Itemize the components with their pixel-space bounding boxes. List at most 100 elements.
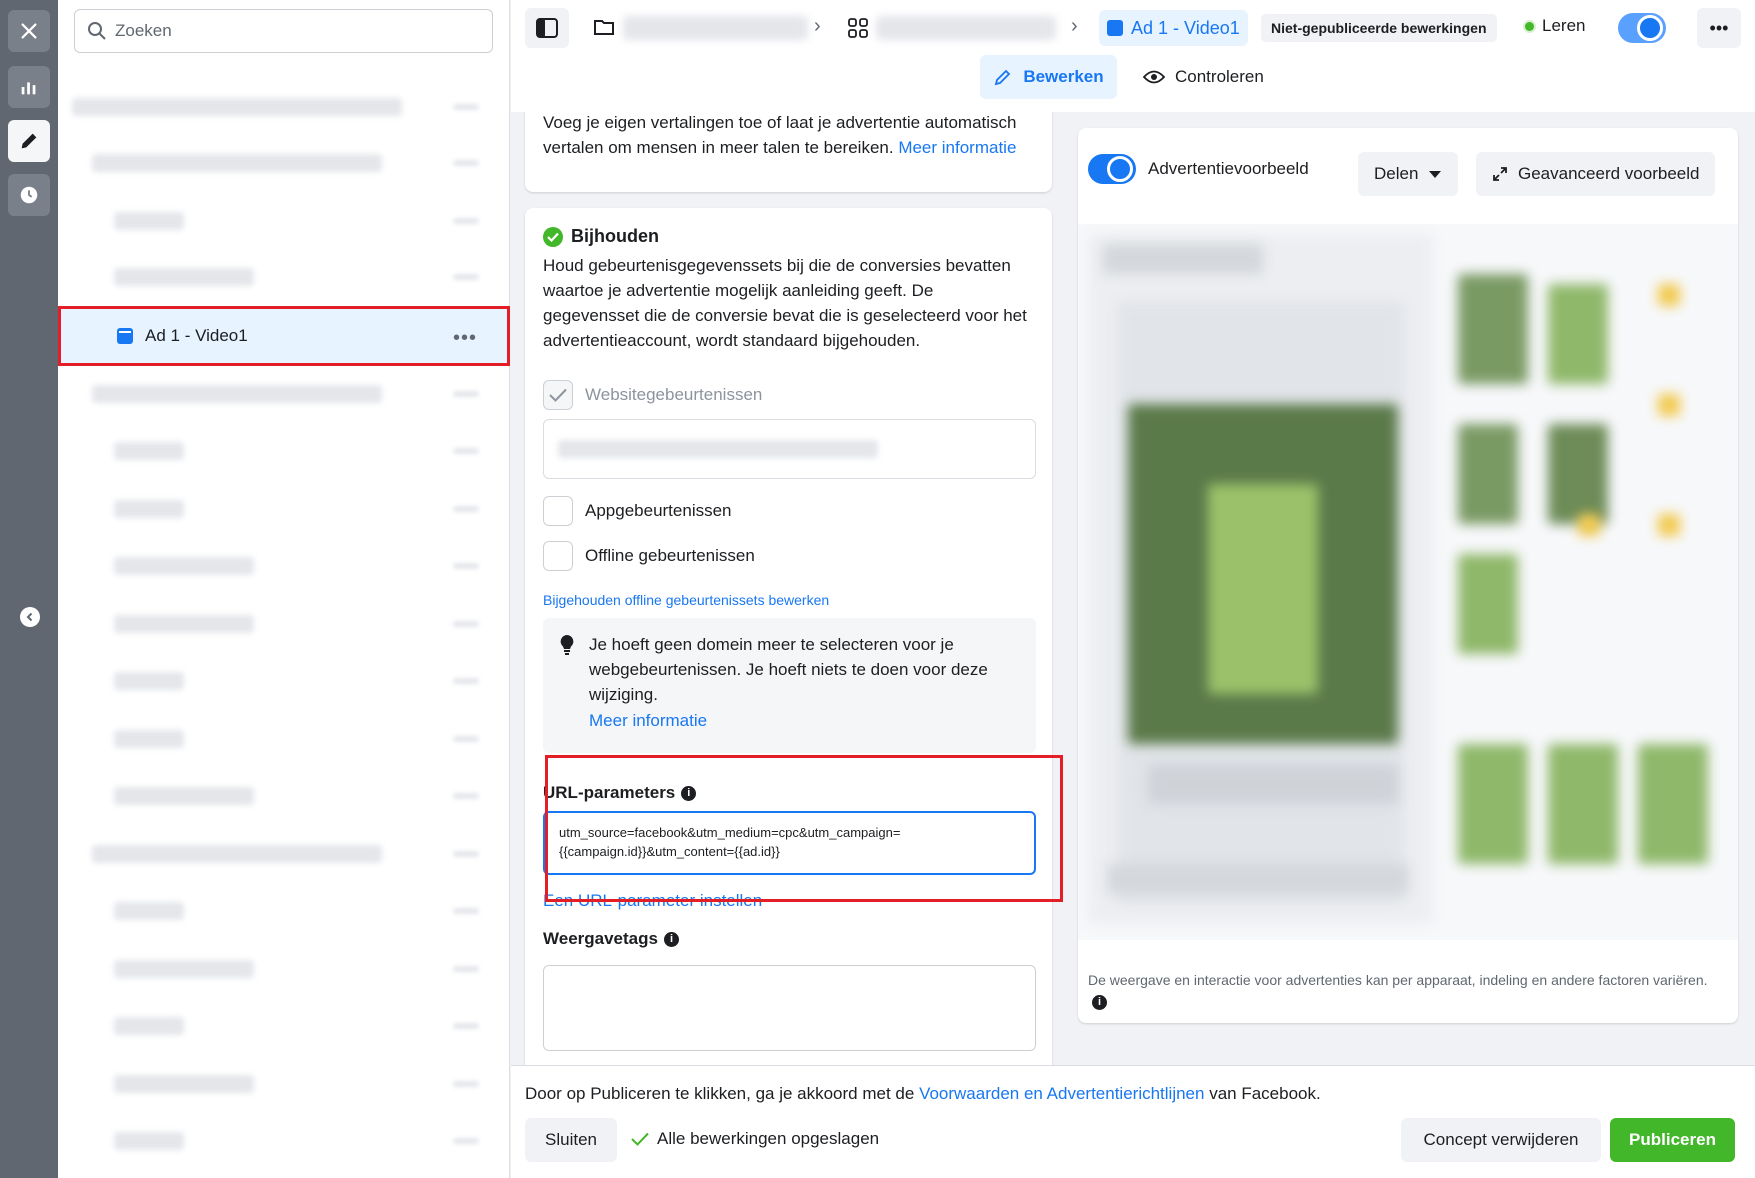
tree-row[interactable] (58, 997, 510, 1053)
history-button[interactable] (8, 174, 50, 216)
chevron-left-icon (26, 612, 33, 622)
share-button[interactable]: Delen (1358, 152, 1459, 196)
tree-row[interactable] (58, 248, 510, 304)
domain-notice: Je hoeft geen domein meer te selecteren … (543, 618, 1036, 753)
edit-offline-events-link[interactable]: Bijgehouden offline gebeurtenissets bewe… (543, 592, 1034, 608)
close-icon (21, 23, 37, 39)
ad-icon (117, 328, 133, 344)
tree-row[interactable] (58, 537, 510, 593)
status-dot-icon (1525, 21, 1534, 31)
preview-image-area (1078, 224, 1738, 940)
notice-text: Je hoeft geen domein meer te selecteren … (589, 635, 988, 704)
offline-events-checkbox[interactable] (543, 541, 573, 571)
more-options-button[interactable]: ••• (1697, 8, 1741, 48)
pencil-icon (21, 133, 37, 149)
app-events-row[interactable]: Appgebeurtenissen (543, 495, 1034, 527)
info-icon[interactable]: i (663, 931, 679, 947)
edit-mode-button[interactable] (8, 120, 50, 162)
translations-card: Voeg je eigen vertalingen toe of laat je… (525, 112, 1052, 192)
tree-row[interactable] (58, 1055, 510, 1111)
folder-icon (594, 20, 614, 35)
eye-icon (1143, 70, 1165, 84)
publish-button[interactable]: Publiceren (1610, 1118, 1735, 1162)
tree-row[interactable] (58, 940, 510, 996)
app-events-checkbox[interactable] (543, 496, 573, 526)
tree-row[interactable] (58, 825, 510, 881)
left-rail (0, 0, 58, 1178)
tracking-card: Bijhouden Houd gebeurtenisgegevenssets b… (525, 208, 1052, 1065)
terms-text: Door op Publiceren te klikken, ga je akk… (525, 1084, 1321, 1103)
tree-row[interactable] (58, 134, 510, 190)
ad-icon (1107, 20, 1123, 36)
advanced-preview-button[interactable]: Geavanceerd voorbeeld (1476, 152, 1716, 196)
tree-row[interactable] (58, 595, 510, 651)
display-tags-input[interactable] (543, 965, 1036, 1051)
tree-row[interactable] (58, 78, 510, 134)
pencil-icon (995, 69, 1011, 86)
tab-edit[interactable]: Bewerken (980, 55, 1117, 99)
close-button[interactable] (8, 10, 50, 52)
adset-crumb[interactable] (876, 16, 1056, 40)
checkmark-icon (631, 1132, 649, 1146)
search-box[interactable] (74, 9, 493, 53)
preview-toggle[interactable] (1088, 154, 1136, 184)
chevron-right-icon: › (1071, 15, 1078, 37)
highlight-box (545, 755, 1063, 902)
search-input[interactable] (115, 21, 475, 41)
delete-draft-button[interactable]: Concept verwijderen (1401, 1118, 1601, 1162)
website-events-checkbox[interactable] (543, 380, 573, 410)
tree-item-label: Ad 1 - Video1 (145, 326, 248, 345)
chevron-right-icon: › (814, 15, 821, 37)
campaign-tree-panel: Ad 1 - Video1 ••• (58, 0, 510, 1178)
tracking-description: Houd gebeurtenisgegevenssets bij die de … (543, 256, 1027, 350)
tree-row[interactable] (58, 422, 510, 478)
bar-chart-icon (21, 82, 36, 95)
lightbulb-icon (560, 635, 574, 655)
tracking-title: Bijhouden (543, 226, 1034, 247)
terms-link[interactable]: Voorwaarden en Advertentierichtlijnen (919, 1084, 1204, 1103)
saved-status: Alle bewerkingen opgeslagen (631, 1129, 879, 1149)
preview-toggle-row[interactable]: Advertentievoorbeeld (1088, 154, 1309, 184)
ad-preview-panel: Advertentievoorbeeld Delen Geavanceerd v… (1078, 128, 1738, 1023)
display-tags-section: Weergavetags i (543, 929, 1036, 1051)
website-events-row[interactable]: Websitegebeurtenissen (543, 379, 1034, 411)
tree-row[interactable] (58, 710, 510, 766)
clock-icon (20, 186, 38, 204)
status-badge: Niet-gepubliceerde bewerkingen (1261, 14, 1497, 42)
campaign-crumb[interactable] (623, 16, 808, 40)
learning-status: Leren (1525, 16, 1585, 36)
tree-row[interactable] (58, 192, 510, 248)
panel-icon (536, 18, 558, 38)
ad-edit-form: Voeg je eigen vertalingen toe of laat je… (511, 112, 1066, 1065)
tree-row[interactable] (58, 882, 510, 938)
toggle-panel-button[interactable] (525, 8, 569, 48)
tree-row[interactable] (58, 365, 510, 421)
reports-button[interactable] (8, 66, 50, 108)
translations-more-info-link[interactable]: Meer informatie (898, 138, 1016, 157)
info-icon[interactable]: i (1092, 994, 1107, 1010)
display-tags-label: Weergavetags i (543, 929, 1034, 949)
dataset-selector[interactable] (543, 419, 1036, 479)
preview-note: De weergave en interactie voor advertent… (1088, 972, 1708, 1010)
editor-header: › › Ad 1 - Video1 Niet-gepubliceerde bew… (511, 0, 1755, 112)
editor-footer: Door op Publiceren te klikken, ga je akk… (511, 1065, 1755, 1178)
check-circle-icon (543, 226, 563, 247)
more-options-icon[interactable]: ••• (453, 327, 477, 350)
tree-row[interactable] (58, 767, 510, 823)
collapse-button[interactable] (20, 607, 40, 627)
tree-row[interactable] (58, 480, 510, 536)
ad-crumb[interactable]: Ad 1 - Video1 (1099, 10, 1248, 46)
expand-icon (1493, 167, 1507, 181)
tab-review[interactable]: Controleren (1131, 55, 1276, 99)
notice-more-info-link[interactable]: Meer informatie (589, 711, 1020, 731)
offline-events-row[interactable]: Offline gebeurtenissen (543, 540, 1034, 572)
grid-icon (848, 18, 868, 38)
tree-item-selected-ad[interactable]: Ad 1 - Video1 ••• (58, 306, 510, 366)
checkmark-icon (549, 388, 567, 402)
tree-row[interactable] (58, 652, 510, 708)
ad-on-off-toggle[interactable] (1618, 13, 1666, 43)
close-button[interactable]: Sluiten (525, 1118, 617, 1162)
search-icon (88, 22, 106, 40)
caret-down-icon (1429, 170, 1442, 178)
tree-row[interactable] (58, 1112, 510, 1168)
